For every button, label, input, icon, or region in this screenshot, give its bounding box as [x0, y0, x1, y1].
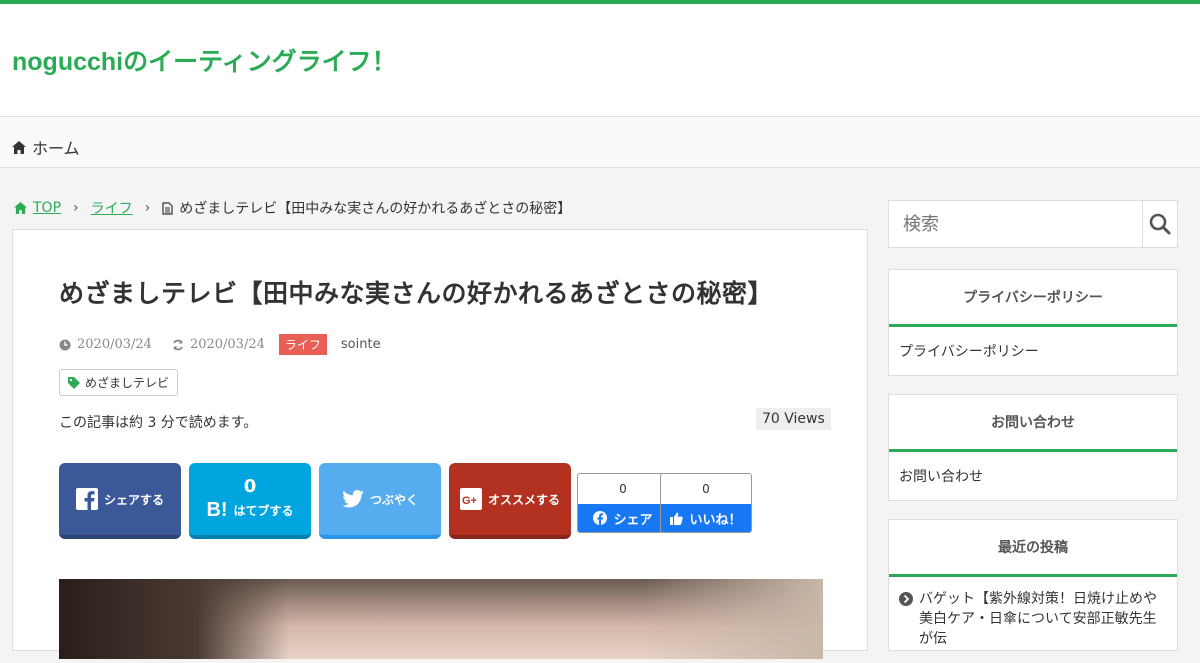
- google-plus-label: オススメする: [487, 492, 560, 507]
- twitter-icon: [342, 490, 364, 508]
- article-card: めざましテレビ【田中みな実さんの好かれるあざとさの秘密】 2020/03/24 …: [12, 229, 868, 659]
- widget-link-contact[interactable]: お問い合わせ: [889, 452, 1177, 500]
- widget-contact: お問い合わせ お問い合わせ: [888, 394, 1178, 501]
- fb-like-label: いいね！: [689, 512, 742, 528]
- chevron-circle-icon: [899, 592, 913, 606]
- fb-like-button[interactable]: いいね！: [661, 504, 751, 532]
- updated-date: 2020/03/24: [189, 337, 265, 352]
- breadcrumb-category-link[interactable]: ライフ: [91, 198, 133, 218]
- search-icon: [1149, 213, 1171, 235]
- chevron-right-icon: ›: [144, 200, 151, 216]
- google-plus-button[interactable]: G+ オススメする: [449, 463, 571, 539]
- facebook-share-label: シェアする: [103, 492, 164, 507]
- recent-post-link: バゲット【紫外線対策！日焼け止めや美白ケア・日傘について安部正敏先生が伝: [919, 591, 1157, 647]
- widget-recent-posts: 最近の投稿 バゲット【紫外線対策！日焼け止めや美白ケア・日傘について安部正敏先生…: [888, 519, 1178, 651]
- widget-link-privacy[interactable]: プライバシーポリシー: [889, 327, 1177, 375]
- recent-post-item[interactable]: バゲット【紫外線対策！日焼け止めや美白ケア・日傘について安部正敏先生が伝: [889, 577, 1177, 663]
- widget-title: プライバシーポリシー: [889, 270, 1177, 327]
- article-meta: 2020/03/24 2020/03/24 ライフ sointe: [59, 334, 381, 355]
- home-icon: [12, 140, 26, 154]
- nav-home-label: ホーム: [32, 139, 80, 158]
- refresh-icon: [173, 339, 183, 350]
- hatena-icon: B!: [206, 499, 228, 521]
- fb-like-count: 0: [702, 482, 710, 496]
- published-date: 2020/03/24: [77, 337, 152, 352]
- widget-title: 最近の投稿: [889, 520, 1177, 577]
- hatena-count: 0: [243, 476, 257, 497]
- hatena-label: はてブする: [233, 504, 294, 518]
- search-button[interactable]: [1142, 201, 1177, 247]
- fb-share-widget[interactable]: 0 シェア: [577, 473, 669, 533]
- category-badge[interactable]: ライフ: [278, 334, 327, 355]
- facebook-icon: [593, 511, 608, 525]
- breadcrumb-top-link[interactable]: TOP: [33, 200, 61, 216]
- breadcrumb-current: めざましテレビ【田中みな実さんの好かれるあざとさの秘密】: [179, 201, 572, 217]
- nav-home-link[interactable]: ホーム: [12, 135, 80, 159]
- breadcrumb: TOP › ライフ › めざましテレビ【田中みな実さんの好かれるあざとさの秘密】: [14, 198, 571, 218]
- widget-title: お問い合わせ: [889, 395, 1177, 452]
- fb-share-count: 0: [619, 482, 627, 496]
- site-title[interactable]: nogucchiのイーティングライフ！: [12, 42, 397, 78]
- fb-share-button[interactable]: シェア: [578, 504, 668, 532]
- search-input[interactable]: [889, 201, 1142, 247]
- article-hero-image: [59, 579, 823, 659]
- author-name[interactable]: sointe: [341, 337, 381, 352]
- widget-privacy: プライバシーポリシー プライバシーポリシー: [888, 269, 1178, 376]
- nav-bar: ホーム: [0, 116, 1200, 168]
- chevron-right-icon: ›: [73, 200, 79, 216]
- google-plus-icon: G+: [459, 488, 482, 510]
- view-count: 70 Views: [756, 408, 831, 430]
- tag-chip[interactable]: めざましテレビ: [59, 369, 179, 396]
- svg-text:G+: G+: [462, 495, 477, 507]
- facebook-share-button[interactable]: シェアする: [59, 463, 181, 539]
- twitter-share-label: つぶやく: [369, 492, 418, 507]
- site-header: nogucchiのイーティングライフ！: [0, 4, 1200, 116]
- search-box: [888, 200, 1178, 248]
- fb-like-widget[interactable]: 0 いいね！: [660, 473, 752, 533]
- twitter-share-button[interactable]: つぶやく: [319, 463, 441, 539]
- clock-icon: [59, 339, 71, 350]
- fb-share-label: シェア: [613, 512, 653, 528]
- tag-icon: [68, 376, 80, 389]
- article-title: めざましテレビ【田中みな実さんの好かれるあざとさの秘密】: [59, 279, 774, 308]
- document-icon: [162, 201, 173, 215]
- facebook-icon: [75, 488, 98, 510]
- home-icon: [14, 202, 27, 214]
- read-time: この記事は約 3 分で読めます。: [59, 415, 258, 431]
- thumbs-up-icon: [670, 512, 684, 525]
- hatena-bookmark-button[interactable]: 0 B! はてブする: [189, 463, 311, 539]
- tag-label: めざましテレビ: [85, 376, 170, 390]
